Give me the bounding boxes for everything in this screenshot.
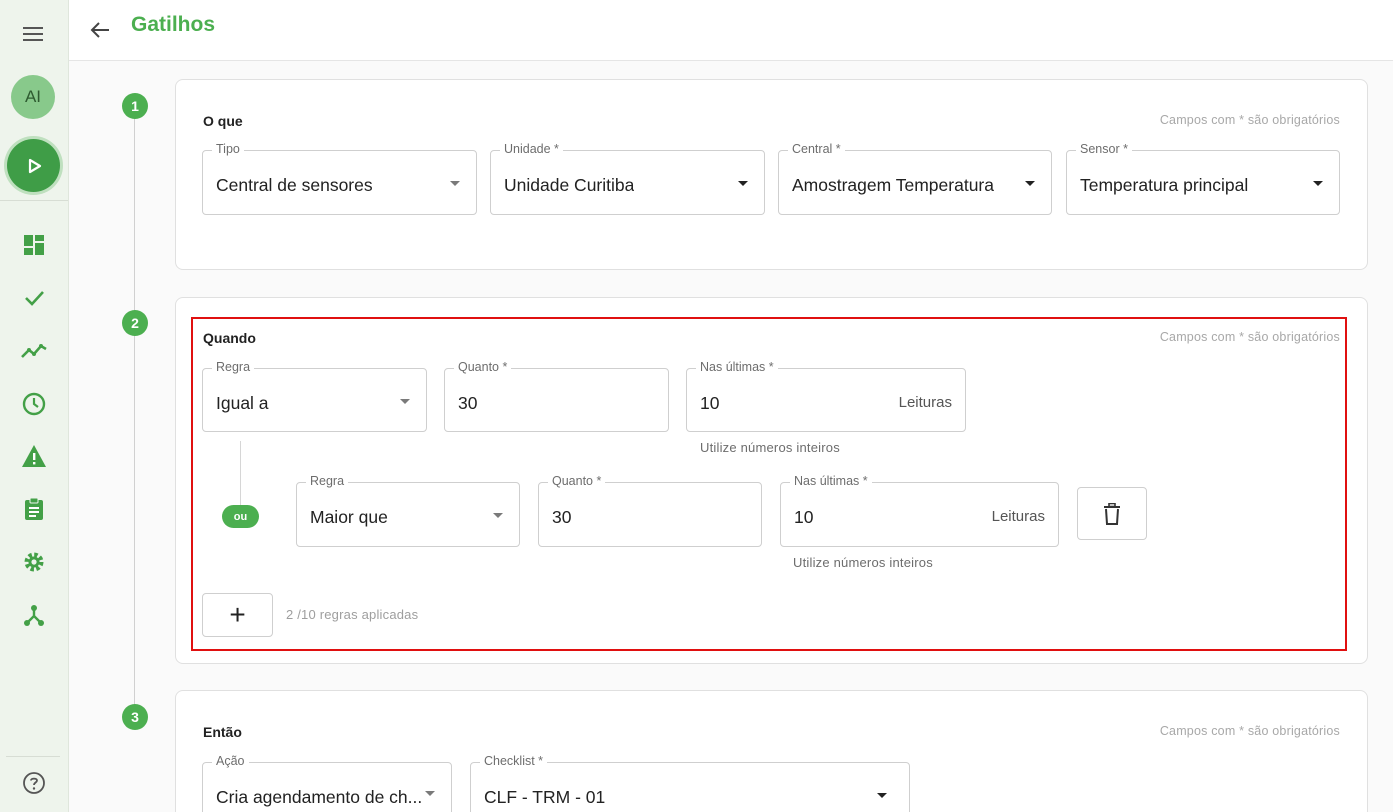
sensor-select[interactable]: Sensor * Temperatura principal bbox=[1066, 142, 1340, 215]
or-connector-line bbox=[240, 441, 241, 506]
hierarchy-icon bbox=[24, 605, 44, 626]
field-label: Nas últimas * bbox=[696, 360, 778, 374]
or-chip: ou bbox=[222, 505, 259, 528]
field-suffix: Leituras bbox=[991, 508, 1045, 525]
gear-icon bbox=[24, 552, 44, 572]
chevron-down-icon bbox=[1313, 181, 1323, 186]
rule-2-regra-select[interactable]: Regra Maior que bbox=[296, 474, 520, 547]
field-value: Temperatura principal bbox=[1080, 175, 1249, 195]
page-title: Gatilhos bbox=[131, 13, 216, 36]
field-value: 10 bbox=[700, 393, 720, 413]
clipboard-icon bbox=[25, 497, 43, 520]
field-label: Checklist * bbox=[480, 754, 548, 768]
top-header: Gatilhos bbox=[69, 0, 1393, 61]
rules-count: 2 /10 regras aplicadas bbox=[286, 607, 419, 622]
sidebar-item-history[interactable] bbox=[0, 391, 68, 417]
dashboard-icon bbox=[24, 235, 44, 255]
acao-select[interactable]: Ação Cria agendamento de ch... bbox=[202, 754, 452, 812]
warning-icon bbox=[22, 445, 46, 467]
sidebar-item-analytics[interactable] bbox=[0, 338, 68, 364]
field-value: 30 bbox=[552, 507, 572, 527]
helper-text: Utilize números inteiros bbox=[700, 440, 840, 455]
field-value: Maior que bbox=[310, 507, 388, 527]
avatar[interactable]: AI bbox=[11, 75, 55, 119]
chevron-down-icon bbox=[1025, 181, 1035, 186]
required-note: Campos com * são obrigatórios bbox=[1159, 724, 1340, 738]
step-connector-line bbox=[134, 118, 135, 714]
field-value: Central de sensores bbox=[216, 175, 373, 195]
chevron-down-icon bbox=[450, 181, 460, 186]
rule-2-nas-ultimas-input[interactable]: Nas últimas * 10 Leituras bbox=[780, 474, 1059, 547]
rule-1-regra-select[interactable]: Regra Igual a bbox=[202, 360, 427, 432]
sidebar-item-dashboard[interactable] bbox=[0, 232, 68, 258]
chevron-down-icon bbox=[877, 793, 887, 798]
unidade-select[interactable]: Unidade * Unidade Curitiba bbox=[490, 142, 765, 215]
sidebar: AI bbox=[0, 0, 69, 812]
required-note: Campos com * são obrigatórios bbox=[1159, 113, 1340, 127]
tipo-select[interactable]: Tipo Central de sensores bbox=[202, 142, 477, 215]
trash-icon bbox=[1104, 502, 1120, 525]
rule-1-nas-ultimas-input[interactable]: Nas últimas * 10 Leituras bbox=[686, 360, 966, 432]
step-number-1: 1 bbox=[122, 93, 148, 119]
field-label: Unidade * bbox=[500, 142, 563, 156]
menu-button[interactable] bbox=[0, 20, 68, 48]
field-suffix: Leituras bbox=[898, 394, 952, 411]
field-label: Nas últimas * bbox=[790, 474, 872, 488]
chevron-down-icon bbox=[493, 513, 503, 518]
menu-icon bbox=[23, 27, 43, 41]
app-root: AI Gatilhos 1 2 3 O que Campos com * são… bbox=[0, 0, 1393, 812]
card-title: O que bbox=[203, 113, 243, 129]
field-value: Cria agendamento de ch... bbox=[216, 787, 421, 807]
play-icon bbox=[28, 158, 41, 173]
sidebar-divider bbox=[6, 756, 60, 757]
field-value: Amostragem Temperatura bbox=[792, 175, 994, 195]
card-title: Então bbox=[203, 724, 242, 740]
sidebar-item-tasks[interactable] bbox=[0, 285, 68, 311]
sidebar-item-integrations[interactable] bbox=[0, 602, 68, 628]
sidebar-item-alerts[interactable] bbox=[0, 443, 68, 469]
field-label: Regra bbox=[212, 360, 255, 374]
field-value: 10 bbox=[794, 507, 814, 527]
field-label: Regra bbox=[306, 474, 349, 488]
check-icon bbox=[25, 291, 44, 306]
sidebar-item-settings[interactable] bbox=[0, 549, 68, 575]
field-label: Central * bbox=[788, 142, 845, 156]
back-button[interactable] bbox=[87, 17, 113, 43]
chevron-down-icon bbox=[425, 791, 435, 796]
clock-icon bbox=[22, 392, 46, 416]
field-label: Ação bbox=[212, 754, 249, 768]
checklist-select[interactable]: Checklist * CLF - TRM - 01 bbox=[470, 754, 910, 812]
rule-2-quanto-input[interactable]: Quanto * 30 bbox=[538, 474, 762, 547]
step-number-2: 2 bbox=[122, 310, 148, 336]
field-value: Igual a bbox=[216, 393, 269, 413]
field-value: CLF - TRM - 01 bbox=[484, 787, 606, 807]
central-select[interactable]: Central * Amostragem Temperatura bbox=[778, 142, 1052, 215]
field-value: Unidade Curitiba bbox=[504, 175, 635, 195]
sidebar-item-checklists[interactable] bbox=[0, 496, 68, 522]
back-arrow-icon bbox=[90, 22, 109, 38]
trend-icon bbox=[21, 344, 47, 358]
play-button[interactable] bbox=[7, 139, 60, 192]
field-label: Quanto * bbox=[454, 360, 512, 374]
step-number-3: 3 bbox=[122, 704, 148, 730]
sidebar-divider bbox=[0, 200, 68, 201]
help-icon bbox=[23, 772, 45, 794]
rule-1-quanto-input[interactable]: Quanto * 30 bbox=[444, 360, 669, 432]
field-label: Sensor * bbox=[1076, 142, 1132, 156]
help-button[interactable] bbox=[0, 770, 68, 796]
chevron-down-icon bbox=[400, 399, 410, 404]
field-label: Tipo bbox=[212, 142, 244, 156]
field-label: Quanto * bbox=[548, 474, 606, 488]
add-rule-button[interactable]: + bbox=[202, 593, 273, 637]
avatar-initials: AI bbox=[24, 87, 42, 106]
helper-text: Utilize números inteiros bbox=[793, 555, 933, 570]
field-value: 30 bbox=[458, 393, 478, 413]
delete-rule-button[interactable] bbox=[1077, 487, 1147, 540]
chevron-down-icon bbox=[738, 181, 748, 186]
